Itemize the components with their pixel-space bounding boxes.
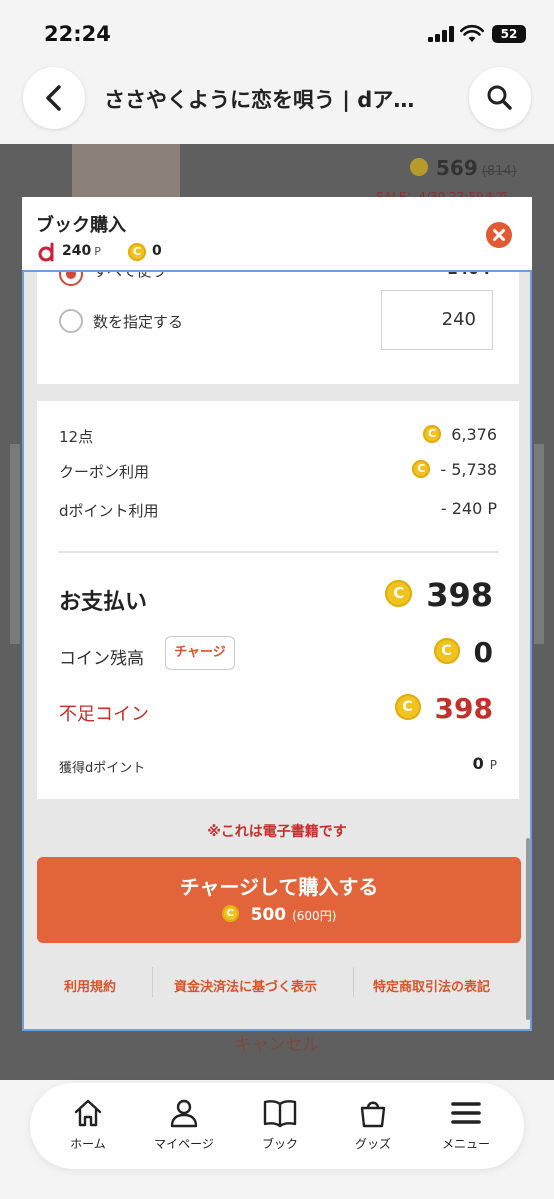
bag-icon xyxy=(360,1101,386,1128)
status-time: 22:24 xyxy=(44,22,111,46)
shortage-value: C 398 xyxy=(394,692,493,725)
payment-value: C 398 xyxy=(385,576,493,614)
book-icon xyxy=(263,1100,297,1128)
earned-dpoint-value: 0P xyxy=(472,754,497,773)
chevron-left-icon xyxy=(46,85,61,111)
search-icon xyxy=(487,85,512,110)
background-cancel-button: キャンセル xyxy=(234,1035,320,1055)
link-divider xyxy=(353,967,354,997)
background-divider xyxy=(10,444,20,644)
nav-mypage-label: マイページ xyxy=(154,1137,214,1151)
payment-label: お支払い xyxy=(59,590,148,615)
items-total-value: C 6,376 xyxy=(423,424,497,445)
purchase-modal: ブック購入 240P C 0 すべて使う 240 P 数を指定する 240 12… xyxy=(22,197,532,1031)
cellular-signal-icon xyxy=(428,26,456,42)
modal-title: ブック購入 xyxy=(36,215,126,236)
payment-act-link[interactable]: 資金決済法に基づく表示 xyxy=(174,976,317,995)
specify-amount-label: 数を指定する xyxy=(93,313,184,331)
coin-icon: C xyxy=(128,243,146,261)
book-cover-image xyxy=(72,144,180,200)
scrollbar[interactable] xyxy=(526,838,530,1020)
nav-mypage[interactable]: マイページ xyxy=(139,1097,229,1152)
modal-header: ブック購入 240 P C 0 xyxy=(22,197,532,270)
background-divider xyxy=(534,444,544,644)
charge-button[interactable]: チャージ xyxy=(165,636,235,670)
commercial-law-link[interactable]: 特定商取引法の表記 xyxy=(373,976,490,995)
coin-icon: C xyxy=(412,459,431,478)
payment-summary-card: 12点 C 6,376 クーポン利用 C- 5,738 dポイント利用 - 240… xyxy=(37,401,519,799)
dpoint-usage-label: dポイント利用 xyxy=(59,502,159,520)
d-point-balance: 240 P xyxy=(62,243,101,259)
nav-menu[interactable]: メニュー xyxy=(421,1097,511,1152)
menu-icon xyxy=(451,1102,481,1124)
use-all-amount: 240 P xyxy=(447,272,495,278)
earned-dpoint-label: 獲得dポイント xyxy=(59,761,146,776)
ebook-note: ※これは電子書籍です xyxy=(207,824,347,840)
shortage-label: 不足コイン xyxy=(59,704,149,725)
coin-icon: C xyxy=(423,424,442,443)
legal-links: 利用規約 資金決済法に基づく表示 特定商取引法の表記 xyxy=(24,967,530,999)
close-icon xyxy=(493,229,505,241)
d-point-icon xyxy=(38,242,54,262)
use-all-label: すべて使う xyxy=(93,270,167,280)
items-count-label: 12点 xyxy=(59,428,94,446)
bottom-nav: ホーム マイページ ブック グッズ メニュー xyxy=(30,1083,524,1169)
dpoint-usage-value: - 240 P xyxy=(440,499,497,518)
close-button[interactable] xyxy=(486,222,512,248)
buy-button-label: チャージして購入する xyxy=(179,875,379,899)
divider xyxy=(59,551,499,553)
coin-icon: C xyxy=(221,904,239,922)
nav-book[interactable]: ブック xyxy=(235,1097,325,1152)
status-bar: 22:24 52 xyxy=(0,0,554,64)
wifi-icon xyxy=(460,24,484,42)
background-price: 569 (814) xyxy=(436,156,517,180)
search-button[interactable] xyxy=(469,67,531,129)
page-title: ささやくように恋を唄う | dア… xyxy=(104,88,415,112)
terms-link[interactable]: 利用規約 xyxy=(64,976,116,995)
modal-scroll-area[interactable]: すべて使う 240 P 数を指定する 240 12点 C6,376 クーポン利用… xyxy=(22,270,532,1031)
nav-goods[interactable]: グッズ xyxy=(328,1097,418,1152)
nav-goods-label: グッズ xyxy=(354,1137,391,1151)
coin-icon: C xyxy=(385,579,413,607)
battery-icon: 52 xyxy=(492,25,526,43)
link-divider xyxy=(152,967,153,997)
nav-home-label: ホーム xyxy=(70,1137,106,1151)
coin-balance-value: C0 xyxy=(433,636,493,669)
coin-balance: 0 xyxy=(152,243,162,259)
buy-button-amount: C 500 (600円) xyxy=(37,904,521,925)
coin-icon xyxy=(410,158,428,176)
points-amount-input[interactable]: 240 xyxy=(381,290,493,350)
use-all-radio[interactable] xyxy=(59,272,83,286)
coupon-value: C- 5,738 xyxy=(412,459,497,480)
coin-icon: C xyxy=(433,638,460,664)
coupon-label: クーポン利用 xyxy=(59,463,150,481)
nav-home[interactable]: ホーム xyxy=(43,1097,133,1152)
person-icon xyxy=(170,1099,198,1128)
app-header: ささやくように恋を唄う | dア… xyxy=(0,64,554,144)
coin-balance-label: コイン残高 xyxy=(59,649,144,669)
nav-menu-label: メニュー xyxy=(441,1137,490,1151)
charge-and-buy-button[interactable]: チャージして購入する C 500 (600円) xyxy=(37,857,521,943)
points-option-card: すべて使う 240 P 数を指定する 240 xyxy=(37,270,519,384)
nav-book-label: ブック xyxy=(261,1137,298,1151)
coin-icon: C xyxy=(394,694,421,720)
specify-amount-radio[interactable] xyxy=(59,309,83,333)
back-button[interactable] xyxy=(23,67,85,129)
home-icon xyxy=(74,1099,102,1127)
